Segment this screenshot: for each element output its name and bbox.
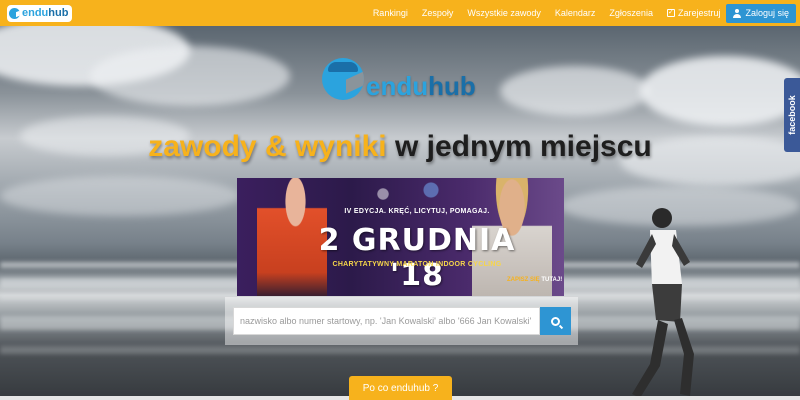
search-button[interactable] [540, 307, 571, 335]
top-navbar: enduhub Rankingi Zespoły Wszystkie zawod… [0, 0, 800, 26]
register-label: Zarejestruj [677, 8, 721, 18]
login-button[interactable]: Zaloguj się [726, 3, 796, 23]
promo-banner[interactable]: IV EDYCJA. KRĘĆ, LICYTUJ, POMAGAJ. 2 GRU… [237, 178, 564, 296]
nav-link-calendar[interactable]: Kalendarz [555, 8, 596, 18]
register-link[interactable]: ✓ Zarejestruj [666, 8, 721, 18]
login-label: Zaloguj się [745, 8, 789, 18]
register-icon: ✓ [666, 9, 675, 17]
user-icon [733, 8, 742, 18]
nav-link-all-events[interactable]: Wszystkie zawody [467, 8, 541, 18]
search-input[interactable] [233, 307, 540, 335]
facebook-tab[interactable]: facebook [784, 78, 800, 152]
banner-top-text: IV EDYCJA. KRĘĆ, LICYTUJ, POMAGAJ. [344, 208, 490, 215]
facebook-label: facebook [787, 95, 797, 135]
hero-logo: enduhub [322, 58, 476, 101]
brand-logo[interactable]: enduhub [7, 4, 73, 22]
hero-brand-name: enduhub [366, 71, 476, 101]
banner-subtitle: CHARYTATYWNY MARATON INDOOR CYCLING [332, 261, 502, 268]
nav-links: Rankingi Zespoły Wszystkie zawody Kalend… [366, 0, 796, 26]
banner-cta[interactable]: ZAPISZ SIĘ TUTAJ! [507, 277, 562, 283]
nav-link-registrations[interactable]: Zgłoszenia [609, 8, 653, 18]
hero-tagline: zawody & wyniki w jednym miejscu [0, 130, 800, 164]
runner-silhouette [632, 208, 694, 398]
hero-logo-icon [322, 58, 364, 100]
brand-name: enduhub [22, 7, 69, 19]
banner-date: 2 GRUDNIA '18 [318, 223, 516, 293]
about-button[interactable]: Po co enduhub ? [349, 376, 452, 400]
tagline-highlight: zawody & wyniki [148, 130, 387, 163]
nav-link-rankings[interactable]: Rankingi [373, 8, 408, 18]
logo-icon [9, 7, 20, 19]
tagline-rest: w jednym miejscu [386, 130, 652, 163]
search-icon [551, 316, 560, 326]
search-box [225, 297, 578, 345]
nav-link-teams[interactable]: Zespoły [422, 8, 454, 18]
